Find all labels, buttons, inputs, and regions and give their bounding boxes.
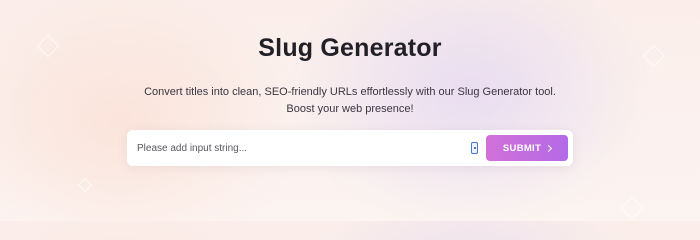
submit-button-label: SUBMIT bbox=[502, 142, 542, 154]
page-description: Convert titles into clean, SEO-friendly … bbox=[144, 86, 556, 115]
decorative-diamond bbox=[77, 177, 93, 193]
submit-button[interactable]: SUBMIT bbox=[486, 135, 568, 161]
input-form: SUBMIT bbox=[127, 130, 573, 166]
decorative-diamond bbox=[620, 196, 644, 220]
autofill-icon[interactable] bbox=[471, 142, 478, 154]
chevron-right-icon bbox=[545, 144, 553, 153]
page-title: Slug Generator bbox=[258, 34, 442, 62]
input-string-field[interactable] bbox=[137, 138, 457, 158]
